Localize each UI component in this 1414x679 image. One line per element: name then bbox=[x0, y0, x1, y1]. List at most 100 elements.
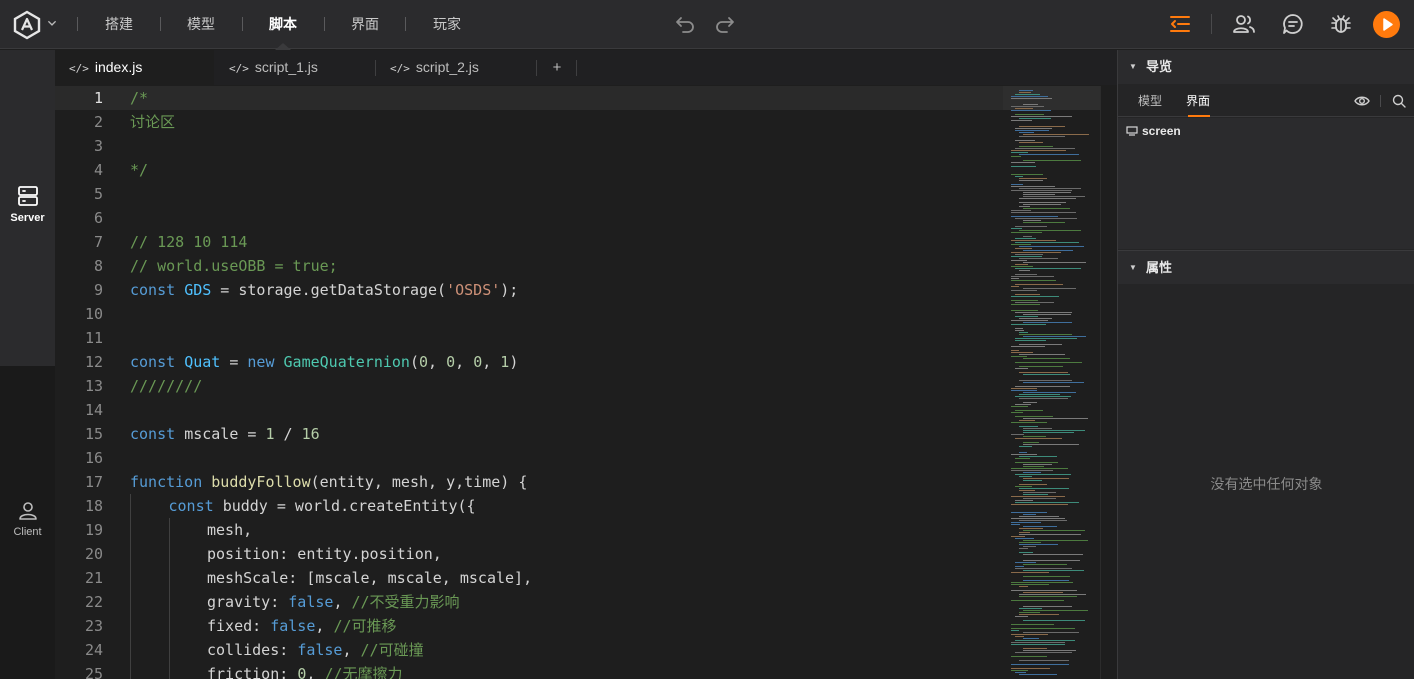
code-line[interactable]: 12 const Quat = new GameQuaternion(0, 0, … bbox=[55, 350, 1003, 374]
minimap-line bbox=[1019, 258, 1058, 259]
code-line[interactable]: 16 bbox=[55, 446, 1003, 470]
server-tab[interactable]: Server bbox=[0, 184, 55, 224]
code-token: const bbox=[168, 497, 223, 515]
code-line[interactable]: 10 bbox=[55, 302, 1003, 326]
outline-toggle-icon[interactable] bbox=[1168, 12, 1192, 36]
code-token: position: entity.position, bbox=[207, 545, 442, 563]
minimap-line bbox=[1023, 540, 1088, 541]
code-line[interactable]: 15 const mscale = 1 / 16 bbox=[55, 422, 1003, 446]
run-button[interactable] bbox=[1373, 11, 1400, 38]
server-panel[interactable]: Server bbox=[0, 50, 55, 366]
code-line[interactable]: 13 //////// bbox=[55, 374, 1003, 398]
minimap-line bbox=[1023, 428, 1052, 429]
code-line[interactable]: 17 function buddyFollow(entity, mesh, y,t… bbox=[55, 470, 1003, 494]
code-line[interactable]: 14 bbox=[55, 398, 1003, 422]
minimap-line bbox=[1015, 502, 1079, 503]
separator bbox=[324, 17, 325, 31]
chat-icon[interactable] bbox=[1281, 12, 1305, 36]
nav-tab-ui[interactable]: 界面 bbox=[1186, 85, 1212, 117]
code-line[interactable]: 21 meshScale: [mscale, mscale, mscale], bbox=[55, 566, 1003, 590]
code-line[interactable]: 3 bbox=[55, 134, 1003, 158]
indent-guide bbox=[168, 518, 170, 679]
minimap-line bbox=[1023, 564, 1067, 565]
code-token: // 128 10 114 bbox=[130, 233, 248, 251]
code-line[interactable]: 23 fixed: false, //可推移 bbox=[55, 614, 1003, 638]
top-tab-build[interactable]: 搭建 bbox=[96, 0, 142, 49]
props-section-header[interactable]: ▼ 属性 bbox=[1118, 250, 1414, 284]
top-tab-ui[interactable]: 界面 bbox=[342, 0, 388, 49]
nav-tabs: 模型 界面 bbox=[1118, 85, 1414, 117]
client-tab[interactable]: Client bbox=[0, 500, 55, 538]
client-label: Client bbox=[13, 526, 42, 538]
minimap-line bbox=[1023, 620, 1085, 621]
editor-tab-script-1[interactable]: </> script_1.js bbox=[215, 50, 375, 85]
code-line[interactable]: 5 bbox=[55, 182, 1003, 206]
top-tab-script[interactable]: 脚本 bbox=[260, 0, 306, 50]
code-line[interactable]: 25 friction: 0, //无摩擦力 bbox=[55, 662, 1003, 679]
top-bar: 搭建 模型 脚本 界面 玩家 bbox=[0, 0, 1414, 50]
code-editor[interactable]: 1 /* 2 讨论区 3 4 */ 5 6 7 // 128 10 114 8 // world.use… bbox=[55, 86, 1003, 679]
minimap-line bbox=[1023, 194, 1055, 195]
minimap-line bbox=[1019, 318, 1052, 319]
collapse-triangle-icon: ▼ bbox=[1129, 62, 1137, 71]
undo-icon[interactable] bbox=[674, 13, 696, 35]
editor-tab-index-js[interactable]: </> index.js bbox=[55, 50, 214, 85]
line-number: 25 bbox=[84, 665, 103, 679]
users-icon[interactable] bbox=[1232, 12, 1256, 36]
minimap-line bbox=[1011, 320, 1048, 321]
code-line[interactable]: 4 */ bbox=[55, 158, 1003, 182]
separator bbox=[242, 17, 243, 31]
line-number: 5 bbox=[93, 185, 103, 203]
minimap-line bbox=[1023, 576, 1070, 577]
line-code: */ bbox=[130, 158, 148, 182]
code-line[interactable]: 2 讨论区 bbox=[55, 110, 1003, 134]
search-icon[interactable] bbox=[1392, 94, 1406, 108]
nav-tab-model[interactable]: 模型 bbox=[1138, 85, 1164, 117]
redo-icon[interactable] bbox=[714, 13, 736, 35]
minimap-line bbox=[1015, 474, 1071, 475]
bug-icon[interactable] bbox=[1329, 12, 1353, 36]
code-line[interactable]: 9 const GDS = storage.getDataStorage('OSD… bbox=[55, 278, 1003, 302]
code-line[interactable]: 6 bbox=[55, 206, 1003, 230]
user-icon bbox=[18, 502, 37, 520]
code-file-icon: </> bbox=[229, 62, 249, 75]
code-line[interactable]: 7 // 128 10 114 bbox=[55, 230, 1003, 254]
code-token: , bbox=[342, 641, 361, 659]
app-logo-icon[interactable] bbox=[12, 10, 42, 40]
code-line[interactable]: 20 position: entity.position, bbox=[55, 542, 1003, 566]
minimap-line bbox=[1019, 380, 1072, 381]
code-line[interactable]: 18 const buddy = world.createEntity({ bbox=[55, 494, 1003, 518]
minimap-line bbox=[1011, 266, 1033, 267]
line-number: 2 bbox=[93, 113, 103, 131]
code-token: , bbox=[333, 593, 352, 611]
minimap-line bbox=[1023, 526, 1057, 527]
minimap-line bbox=[1011, 186, 1055, 187]
minimap-line bbox=[1019, 548, 1028, 549]
editor-tab-script-2[interactable]: </> script_2.js bbox=[376, 50, 536, 85]
minimap-line bbox=[1011, 156, 1021, 157]
code-token: */ bbox=[130, 161, 149, 179]
nav-section-header[interactable]: ▼ 导览 bbox=[1118, 50, 1414, 84]
top-tab-model[interactable]: 模型 bbox=[178, 0, 224, 49]
line-code: //////// bbox=[130, 374, 202, 398]
code-line[interactable]: 1 /* bbox=[55, 86, 1003, 110]
top-tab-player[interactable]: 玩家 bbox=[424, 0, 470, 49]
code-line[interactable]: 19 mesh, bbox=[55, 518, 1003, 542]
code-token: , bbox=[455, 353, 474, 371]
minimap-line bbox=[1019, 332, 1028, 333]
editor-scrollbar[interactable] bbox=[1100, 86, 1117, 679]
add-tab-button[interactable]: + bbox=[537, 50, 577, 85]
minimap-line bbox=[1015, 616, 1028, 617]
minimap-line bbox=[1023, 464, 1052, 465]
client-panel[interactable]: Client bbox=[0, 366, 55, 679]
eye-icon[interactable] bbox=[1354, 93, 1370, 109]
code-line[interactable]: 24 collides: false, //可碰撞 bbox=[55, 638, 1003, 662]
minimap-line bbox=[1019, 142, 1043, 143]
code-line[interactable]: 11 bbox=[55, 326, 1003, 350]
chevron-down-icon[interactable] bbox=[46, 15, 58, 33]
code-line[interactable]: 8 // world.useOBB = true; bbox=[55, 254, 1003, 278]
minimap-line bbox=[1015, 396, 1071, 397]
separator bbox=[160, 17, 161, 31]
tree-item-screen[interactable]: screen bbox=[1126, 122, 1181, 140]
code-line[interactable]: 22 gravity: false, //不受重力影响 bbox=[55, 590, 1003, 614]
